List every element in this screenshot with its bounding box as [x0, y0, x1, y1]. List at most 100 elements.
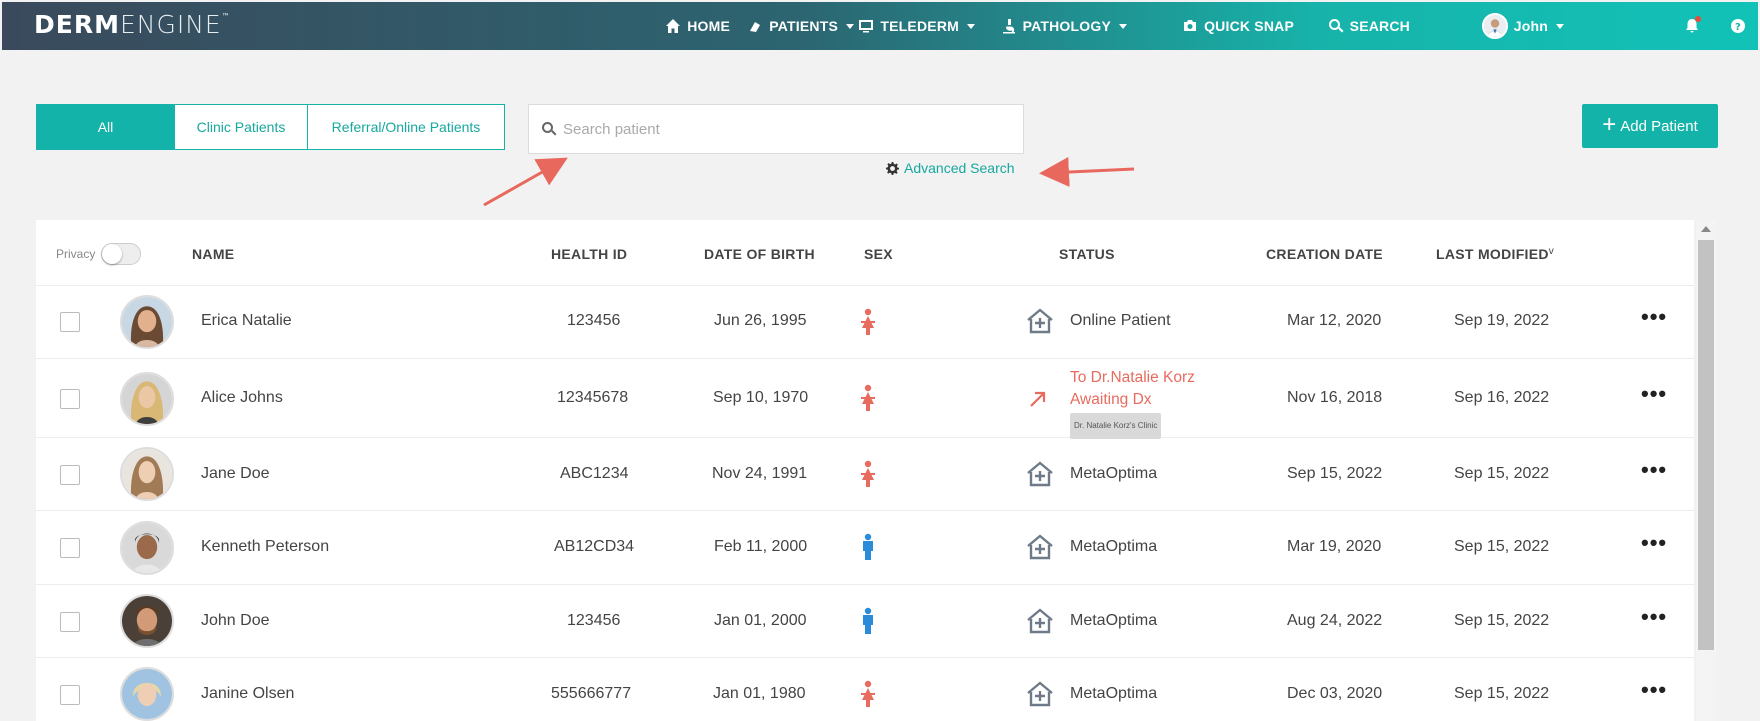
creation-date: Dec 03, 2020	[1287, 685, 1383, 702]
patient-name[interactable]: Kenneth Peterson	[201, 538, 329, 556]
nav-user-menu[interactable]: John	[1481, 13, 1564, 39]
clinic-building-icon	[1027, 308, 1053, 334]
col-health-id[interactable]: HEALTH ID	[551, 246, 627, 262]
nav-search[interactable]: SEARCH	[1328, 18, 1410, 34]
patient-avatar	[120, 521, 174, 575]
male-icon	[863, 533, 873, 560]
last-modified: Sep 15, 2022	[1454, 538, 1550, 555]
patient-name[interactable]: Jane Doe	[201, 465, 270, 483]
col-date-of-birth[interactable]: DATE OF BIRTH	[704, 246, 815, 262]
patient-name[interactable]: Erica Natalie	[201, 312, 292, 330]
date-of-birth: Sep 10, 1970	[713, 389, 809, 406]
logo-bold-text: DERM	[34, 10, 120, 39]
clinic-building-icon	[1027, 534, 1053, 560]
row-checkbox[interactable]	[60, 389, 80, 409]
nav-pathology[interactable]: PATHOLOGY	[1001, 18, 1127, 34]
patient-search-box	[528, 104, 1024, 154]
status-referral-to: To Dr.Natalie Korz	[1070, 369, 1195, 386]
patient-avatar	[120, 295, 174, 349]
scroll-up-icon[interactable]	[1701, 226, 1711, 232]
patient-name[interactable]: Alice Johns	[201, 389, 283, 407]
more-options-icon[interactable]: •••	[1641, 604, 1667, 630]
health-id: 12345678	[557, 389, 629, 406]
nav-patients[interactable]: PATIENTS	[747, 18, 854, 34]
nav-quick-snap-label: QUICK SNAP	[1204, 18, 1294, 34]
row-checkbox[interactable]	[60, 612, 80, 632]
more-options-icon[interactable]: •••	[1641, 304, 1667, 330]
creation-date: Sep 15, 2022	[1287, 465, 1383, 482]
tab-referral-online-patients[interactable]: Referral/Online Patients	[308, 105, 504, 149]
doctor-avatar-icon	[1483, 15, 1506, 37]
patient-name[interactable]: Janine Olsen	[201, 685, 294, 703]
search-input[interactable]	[563, 120, 1003, 138]
nav-home-label: HOME	[687, 18, 730, 34]
home-icon	[666, 19, 681, 33]
telederm-icon	[859, 20, 874, 33]
tab-clinic-patients[interactable]: Clinic Patients	[175, 105, 308, 149]
row-checkbox[interactable]	[60, 538, 80, 558]
status-text: MetaOptima	[1070, 538, 1158, 555]
advanced-search-link[interactable]: Advanced Search	[886, 160, 1015, 176]
table-row[interactable]: Janine Olsen 555666777 Jan 01, 1980 Meta…	[36, 658, 1694, 721]
privacy-label: Privacy	[56, 247, 96, 261]
table-row[interactable]: Jane Doe ABC1234 Nov 24, 1991 MetaOptima…	[36, 438, 1694, 511]
nav-telederm-label: TELEDERM	[880, 18, 959, 34]
status-text: Online Patient	[1070, 312, 1171, 329]
notifications-button[interactable]	[1684, 16, 1701, 34]
annotation-arrow-advanced	[1039, 157, 1135, 188]
annotation-arrow-search	[483, 157, 568, 207]
male-icon	[863, 607, 873, 634]
nav-home[interactable]: HOME	[665, 18, 730, 34]
last-modified: Sep 15, 2022	[1454, 465, 1550, 482]
chevron-down-icon	[967, 23, 975, 29]
more-options-icon[interactable]: •••	[1641, 530, 1667, 556]
col-sex[interactable]: SEX	[864, 246, 893, 262]
col-name[interactable]: NAME	[192, 246, 234, 262]
creation-date: Aug 24, 2022	[1287, 612, 1383, 629]
table-row[interactable]: Kenneth Peterson AB12CD34 Feb 11, 2000 M…	[36, 511, 1694, 585]
status-awaiting: Awaiting Dx	[1070, 391, 1152, 408]
table-row[interactable]: Alice Johns 12345678 Sep 10, 1970 To Dr.…	[36, 359, 1694, 439]
more-options-icon[interactable]: •••	[1641, 381, 1667, 407]
row-checkbox[interactable]	[60, 465, 80, 485]
referral-arrow-icon	[1030, 391, 1046, 407]
nav-telederm[interactable]: TELEDERM	[858, 18, 975, 34]
privacy-toggle[interactable]	[101, 243, 142, 265]
nav-pathology-label: PATHOLOGY	[1022, 18, 1111, 34]
logo-tm: ™	[221, 12, 231, 21]
col-last-modified[interactable]: LAST MODIFIEDv	[1436, 246, 1554, 262]
tab-all[interactable]: All	[37, 105, 175, 149]
add-patient-button[interactable]: + Add Patient	[1582, 104, 1718, 148]
help-button[interactable]: ?	[1730, 18, 1746, 34]
patient-name[interactable]: John Doe	[201, 612, 270, 630]
plus-icon: +	[1602, 111, 1617, 138]
app-logo[interactable]: DERMENGINE™	[34, 10, 231, 39]
privacy-toggle-group: Privacy	[56, 243, 142, 265]
top-navbar: DERMENGINE™ HOME PATIENTS TELEDERM PATHO…	[2, 2, 1758, 50]
table-row[interactable]: John Doe 123456 Jan 01, 2000 MetaOptima …	[36, 585, 1694, 658]
nav-quick-snap[interactable]: QUICK SNAP	[1182, 18, 1294, 34]
row-checkbox[interactable]	[60, 685, 80, 705]
row-checkbox[interactable]	[60, 312, 80, 332]
table-scrollbar[interactable]	[1696, 220, 1716, 721]
patient-avatar	[120, 667, 174, 721]
camera-icon	[1184, 20, 1197, 31]
chevron-down-icon	[1556, 23, 1564, 29]
referral-status: To Dr.Natalie Korz Awaiting Dx Dr. Natal…	[1070, 367, 1195, 439]
col-creation-date[interactable]: CREATION DATE	[1266, 246, 1383, 262]
notification-dot	[1695, 16, 1701, 22]
gear-icon	[886, 161, 899, 175]
clinic-tag-badge: Dr. Natalie Korz's Clinic	[1070, 413, 1162, 439]
patient-avatar	[120, 447, 174, 501]
patient-table: Privacy NAME HEALTH ID DATE OF BIRTH SEX…	[36, 220, 1694, 721]
last-modified: Sep 15, 2022	[1454, 612, 1550, 629]
col-status[interactable]: STATUS	[1059, 246, 1115, 262]
scroll-thumb[interactable]	[1698, 240, 1714, 650]
creation-date: Nov 16, 2018	[1287, 389, 1383, 406]
patient-avatar	[120, 372, 174, 426]
user-avatar	[1481, 13, 1508, 39]
table-row[interactable]: Erica Natalie 123456 Jun 26, 1995 Online…	[36, 286, 1694, 359]
more-options-icon[interactable]: •••	[1641, 457, 1667, 483]
more-options-icon[interactable]: •••	[1641, 677, 1667, 703]
female-icon	[861, 384, 875, 411]
